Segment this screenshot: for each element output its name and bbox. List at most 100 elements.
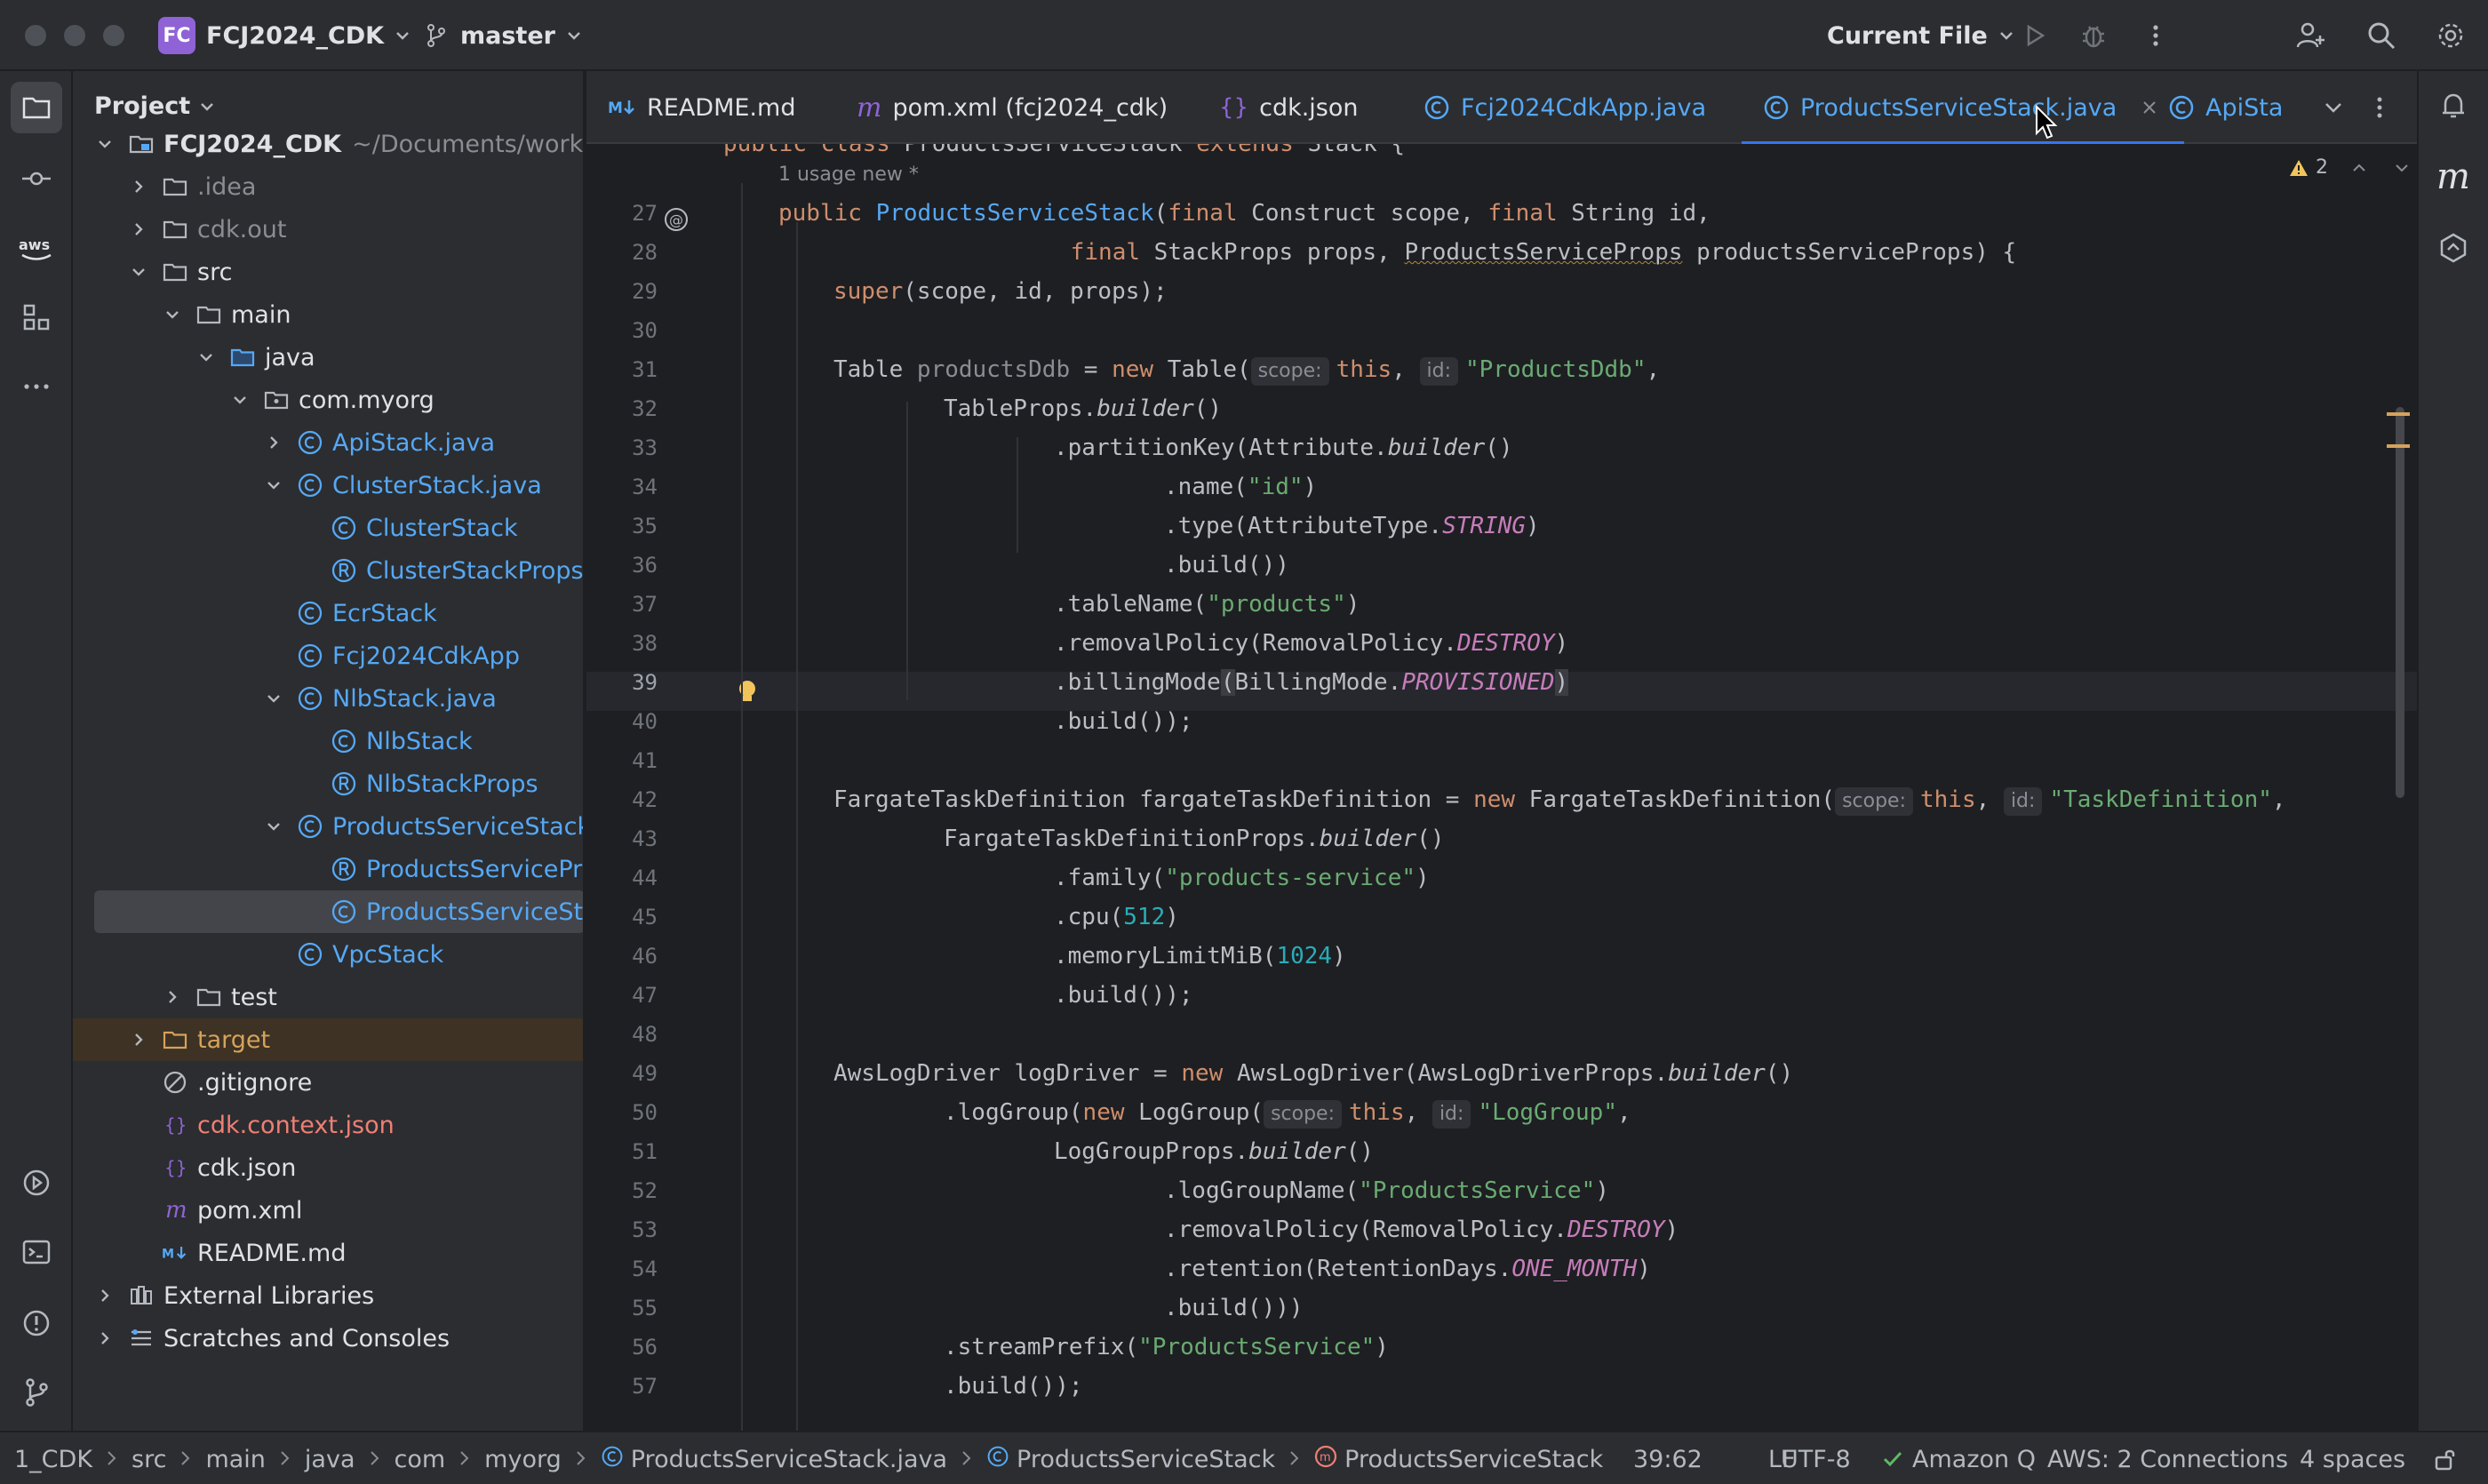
breadcrumb-item[interactable]: m ProductsServiceStack xyxy=(1314,1445,1603,1474)
chevron-right-icon[interactable] xyxy=(128,219,149,240)
structure-tool-button[interactable] xyxy=(11,291,62,343)
services-tool-button[interactable] xyxy=(11,1157,62,1209)
window-close-button[interactable] xyxy=(25,25,46,46)
tab-readme[interactable]: M README.md xyxy=(608,71,795,144)
indent-setting[interactable]: 4 spaces xyxy=(2300,1432,2405,1484)
breadcrumb-item[interactable]: main xyxy=(205,1446,265,1473)
commit-tool-button[interactable] xyxy=(11,153,62,204)
search-everywhere-button[interactable] xyxy=(2364,18,2399,53)
terminal-tool-button[interactable] xyxy=(11,1226,62,1278)
tree-item[interactable]: NlbStack xyxy=(73,720,583,762)
encoding[interactable]: UTF-8 xyxy=(1781,1432,1851,1484)
more-tools-button[interactable] xyxy=(11,361,62,412)
window-zoom-button[interactable] xyxy=(103,25,124,46)
tree-item[interactable]: .idea xyxy=(73,165,583,208)
chevron-right-icon[interactable] xyxy=(263,432,284,453)
line-number[interactable]: 40 xyxy=(586,709,658,734)
chevron-right-icon[interactable] xyxy=(128,176,149,197)
line-number[interactable]: 51 xyxy=(586,1139,658,1164)
line-number[interactable]: 45 xyxy=(586,905,658,929)
lightbulb-icon[interactable] xyxy=(736,679,759,706)
window-minimize-button[interactable] xyxy=(64,25,85,46)
breadcrumb-item[interactable]: com xyxy=(395,1446,446,1473)
tree-item[interactable]: target xyxy=(73,1018,583,1061)
run-configuration-selector[interactable]: Current File xyxy=(1827,18,2014,53)
tree-item[interactable]: ProductsServiceStack.j xyxy=(73,805,583,848)
line-number[interactable]: 46 xyxy=(586,944,658,969)
tab-apistack[interactable]: ApiStack xyxy=(2168,71,2284,144)
tree-item[interactable]: External Libraries xyxy=(73,1274,583,1317)
caret-position[interactable]: 39:62 xyxy=(1633,1432,1703,1484)
line-number[interactable]: 39 xyxy=(586,670,658,695)
branch-selector[interactable]: master xyxy=(423,18,582,53)
tree-item[interactable]: FCJ2024_CDK ~/Documents/worksho xyxy=(73,123,583,165)
chevron-down-icon[interactable] xyxy=(128,261,149,283)
tree-item[interactable]: {} cdk.context.json xyxy=(73,1104,583,1146)
chevron-up-icon[interactable] xyxy=(2351,160,2367,176)
chevron-right-icon[interactable] xyxy=(162,986,183,1008)
chevron-down-icon[interactable] xyxy=(263,816,284,837)
chevron-down-icon[interactable] xyxy=(195,347,217,368)
line-number[interactable]: 54 xyxy=(586,1257,658,1281)
line-number[interactable]: 30 xyxy=(586,318,658,343)
editor-scrollbar[interactable] xyxy=(2396,407,2404,798)
notifications-button[interactable] xyxy=(2428,80,2479,132)
tree-item[interactable]: ClusterStack xyxy=(73,507,583,549)
aws-connections[interactable]: AWS: 2 Connections xyxy=(2047,1432,2288,1484)
tree-item[interactable]: {} cdk.json xyxy=(73,1146,583,1189)
ai-assistant-button[interactable] xyxy=(2428,222,2479,274)
line-number[interactable]: 50 xyxy=(586,1100,658,1125)
git-tool-button[interactable] xyxy=(11,1367,62,1418)
tree-item[interactable]: ApiStack.java xyxy=(73,421,583,464)
line-number[interactable]: 38 xyxy=(586,631,658,656)
line-number[interactable]: 43 xyxy=(586,826,658,851)
line-number[interactable]: 49 xyxy=(586,1061,658,1086)
tab-productsservicestack[interactable]: ProductsServiceStack.java xyxy=(1742,71,2185,146)
project-tool-button[interactable] xyxy=(11,82,62,133)
code-editor[interactable]: public class ProductsServiceStack extend… xyxy=(586,144,2417,1431)
tree-item[interactable]: M README.md xyxy=(73,1232,583,1274)
line-number[interactable]: 34 xyxy=(586,475,658,499)
chevron-down-icon[interactable] xyxy=(229,389,251,411)
tree-item[interactable]: main xyxy=(73,293,583,336)
tab-pom-xml[interactable]: m pom.xml (fcj2024_cdk) xyxy=(857,71,1168,144)
debug-button[interactable] xyxy=(2076,18,2111,53)
override-icon[interactable]: @ xyxy=(663,206,690,233)
chevron-down-icon[interactable] xyxy=(263,688,284,709)
line-number[interactable]: 28 xyxy=(586,240,658,265)
close-tab-icon[interactable] xyxy=(2141,94,2157,122)
warning-marker[interactable] xyxy=(2387,444,2410,448)
amazon-q-status[interactable]: Amazon Q xyxy=(1882,1432,2036,1484)
chevron-down-icon[interactable] xyxy=(94,133,116,155)
breadcrumb-item[interactable]: ProductsServiceStack.java xyxy=(601,1445,947,1474)
line-number[interactable]: 33 xyxy=(586,435,658,460)
line-number[interactable]: 56 xyxy=(586,1335,658,1360)
tree-item[interactable]: EcrStack xyxy=(73,592,583,634)
breadcrumb-item[interactable]: 1_CDK xyxy=(14,1446,92,1473)
problems-tool-button[interactable] xyxy=(11,1297,62,1349)
line-number[interactable]: 32 xyxy=(586,396,658,421)
chevron-right-icon[interactable] xyxy=(94,1285,116,1306)
tree-item[interactable]: cdk.out xyxy=(73,208,583,251)
chevron-right-icon[interactable] xyxy=(128,1029,149,1050)
line-number[interactable]: 57 xyxy=(586,1374,658,1399)
tab-list-dropdown[interactable] xyxy=(2323,71,2344,144)
line-number[interactable]: 36 xyxy=(586,553,658,578)
line-number[interactable]: 42 xyxy=(586,787,658,812)
inspection-widget[interactable]: 2 xyxy=(2289,156,2410,179)
breadcrumb-item[interactable]: myorg xyxy=(484,1446,562,1473)
maven-tool-button[interactable]: m xyxy=(2428,151,2479,203)
tree-item[interactable]: Fcj2024CdkApp xyxy=(73,634,583,677)
tree-item[interactable]: test xyxy=(73,976,583,1018)
tab-fcj2024cdkapp[interactable]: Fcj2024CdkApp.java xyxy=(1423,71,1706,144)
readonly-toggle[interactable] xyxy=(2433,1432,2458,1484)
tree-item[interactable]: NlbStackProps xyxy=(73,762,583,805)
more-actions-button[interactable] xyxy=(2138,18,2173,53)
tree-item[interactable]: m pom.xml xyxy=(73,1189,583,1232)
tree-item[interactable]: .gitignore xyxy=(73,1061,583,1104)
tree-item[interactable]: ClusterStackProps xyxy=(73,549,583,592)
breadcrumb-item[interactable]: java xyxy=(305,1446,355,1473)
line-number[interactable]: 48 xyxy=(586,1022,658,1047)
breadcrumb-item[interactable]: ProductsServiceStack xyxy=(986,1445,1275,1474)
settings-button[interactable] xyxy=(2433,18,2468,53)
